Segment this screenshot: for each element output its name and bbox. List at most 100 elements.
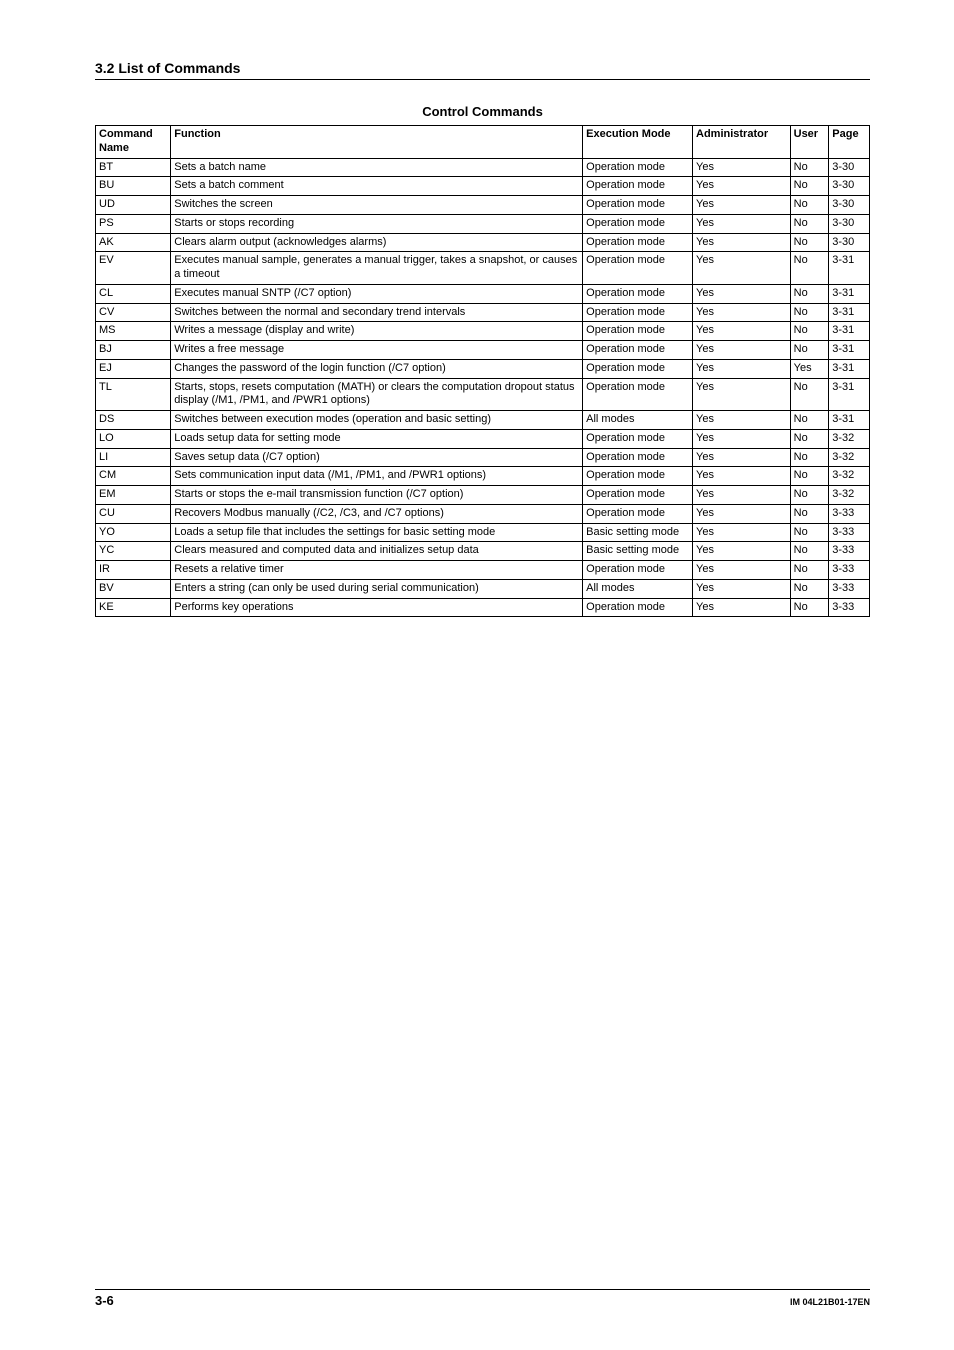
cell-name: CU — [96, 504, 171, 523]
cell-name: LI — [96, 448, 171, 467]
cell-user: No — [790, 411, 829, 430]
cell-admin: Yes — [693, 542, 791, 561]
th-user: User — [790, 126, 829, 159]
cell-page: 3-30 — [829, 158, 870, 177]
cell-page: 3-30 — [829, 214, 870, 233]
table-header-row: Command Name Function Execution Mode Adm… — [96, 126, 870, 159]
cell-user: No — [790, 341, 829, 360]
cell-func: Sets a batch comment — [171, 177, 583, 196]
cell-admin: Yes — [693, 233, 791, 252]
cell-func: Switches the screen — [171, 196, 583, 215]
cell-exec: All modes — [583, 411, 693, 430]
cell-func: Loads a setup file that includes the set… — [171, 523, 583, 542]
cell-admin: Yes — [693, 214, 791, 233]
cell-page: 3-31 — [829, 322, 870, 341]
table-row: UDSwitches the screenOperation modeYesNo… — [96, 196, 870, 215]
table-row: YCClears measured and computed data and … — [96, 542, 870, 561]
table-row: LOLoads setup data for setting modeOpera… — [96, 429, 870, 448]
cell-admin: Yes — [693, 598, 791, 617]
table-row: EVExecutes manual sample, generates a ma… — [96, 252, 870, 285]
cell-admin: Yes — [693, 252, 791, 285]
cell-name: YC — [96, 542, 171, 561]
cell-func: Starts, stops, resets computation (MATH)… — [171, 378, 583, 411]
table-row: BTSets a batch nameOperation modeYesNo3-… — [96, 158, 870, 177]
cell-user: No — [790, 196, 829, 215]
cell-exec: Operation mode — [583, 561, 693, 580]
cell-admin: Yes — [693, 196, 791, 215]
cell-user: No — [790, 542, 829, 561]
cell-page: 3-31 — [829, 284, 870, 303]
table-row: LISaves setup data (/C7 option)Operation… — [96, 448, 870, 467]
cell-user: No — [790, 214, 829, 233]
cell-page: 3-33 — [829, 542, 870, 561]
cell-name: EV — [96, 252, 171, 285]
cell-exec: Basic setting mode — [583, 542, 693, 561]
cell-func: Changes the password of the login functi… — [171, 359, 583, 378]
cell-page: 3-33 — [829, 561, 870, 580]
cell-user: No — [790, 579, 829, 598]
cell-func: Switches between the normal and secondar… — [171, 303, 583, 322]
th-page: Page — [829, 126, 870, 159]
cell-user: No — [790, 561, 829, 580]
cell-admin: Yes — [693, 467, 791, 486]
cell-admin: Yes — [693, 177, 791, 196]
cell-page: 3-32 — [829, 448, 870, 467]
cell-exec: Operation mode — [583, 378, 693, 411]
cell-user: No — [790, 429, 829, 448]
th-function: Function — [171, 126, 583, 159]
table-row: EJChanges the password of the login func… — [96, 359, 870, 378]
cell-func: Clears alarm output (acknowledges alarms… — [171, 233, 583, 252]
cell-admin: Yes — [693, 378, 791, 411]
cell-exec: Operation mode — [583, 448, 693, 467]
cell-page: 3-32 — [829, 429, 870, 448]
cell-exec: Operation mode — [583, 214, 693, 233]
cell-admin: Yes — [693, 486, 791, 505]
cell-user: No — [790, 448, 829, 467]
table-row: AKClears alarm output (acknowledges alar… — [96, 233, 870, 252]
cell-admin: Yes — [693, 303, 791, 322]
cell-exec: Operation mode — [583, 429, 693, 448]
cell-name: KE — [96, 598, 171, 617]
cell-exec: Operation mode — [583, 158, 693, 177]
cell-user: No — [790, 467, 829, 486]
cell-admin: Yes — [693, 359, 791, 378]
cell-admin: Yes — [693, 504, 791, 523]
cell-func: Executes manual sample, generates a manu… — [171, 252, 583, 285]
table-row: CURecovers Modbus manually (/C2, /C3, an… — [96, 504, 870, 523]
cell-func: Writes a message (display and write) — [171, 322, 583, 341]
table-row: CLExecutes manual SNTP (/C7 option)Opera… — [96, 284, 870, 303]
cell-page: 3-31 — [829, 378, 870, 411]
cell-page: 3-30 — [829, 196, 870, 215]
cell-admin: Yes — [693, 341, 791, 360]
page-footer: 3-6 IM 04L21B01-17EN — [95, 1289, 870, 1308]
table-row: CVSwitches between the normal and second… — [96, 303, 870, 322]
cell-page: 3-31 — [829, 303, 870, 322]
cell-func: Loads setup data for setting mode — [171, 429, 583, 448]
cell-exec: Operation mode — [583, 322, 693, 341]
cell-user: No — [790, 378, 829, 411]
cell-user: No — [790, 303, 829, 322]
cell-func: Starts or stops the e-mail transmission … — [171, 486, 583, 505]
table-row: BJWrites a free messageOperation modeYes… — [96, 341, 870, 360]
cell-func: Clears measured and computed data and in… — [171, 542, 583, 561]
cell-func: Resets a relative timer — [171, 561, 583, 580]
cell-page: 3-31 — [829, 359, 870, 378]
table-title: Control Commands — [95, 104, 870, 119]
cell-name: CV — [96, 303, 171, 322]
cell-exec: Operation mode — [583, 467, 693, 486]
cell-func: Starts or stops recording — [171, 214, 583, 233]
cell-exec: Operation mode — [583, 303, 693, 322]
table-row: YOLoads a setup file that includes the s… — [96, 523, 870, 542]
cell-exec: Operation mode — [583, 486, 693, 505]
cell-name: BV — [96, 579, 171, 598]
footer-page-number: 3-6 — [95, 1293, 114, 1308]
th-administrator: Administrator — [693, 126, 791, 159]
cell-func: Enters a string (can only be used during… — [171, 579, 583, 598]
cell-func: Performs key operations — [171, 598, 583, 617]
cell-name: EJ — [96, 359, 171, 378]
cell-admin: Yes — [693, 322, 791, 341]
cell-name: LO — [96, 429, 171, 448]
table-row: BUSets a batch commentOperation modeYesN… — [96, 177, 870, 196]
cell-page: 3-30 — [829, 177, 870, 196]
cell-exec: All modes — [583, 579, 693, 598]
